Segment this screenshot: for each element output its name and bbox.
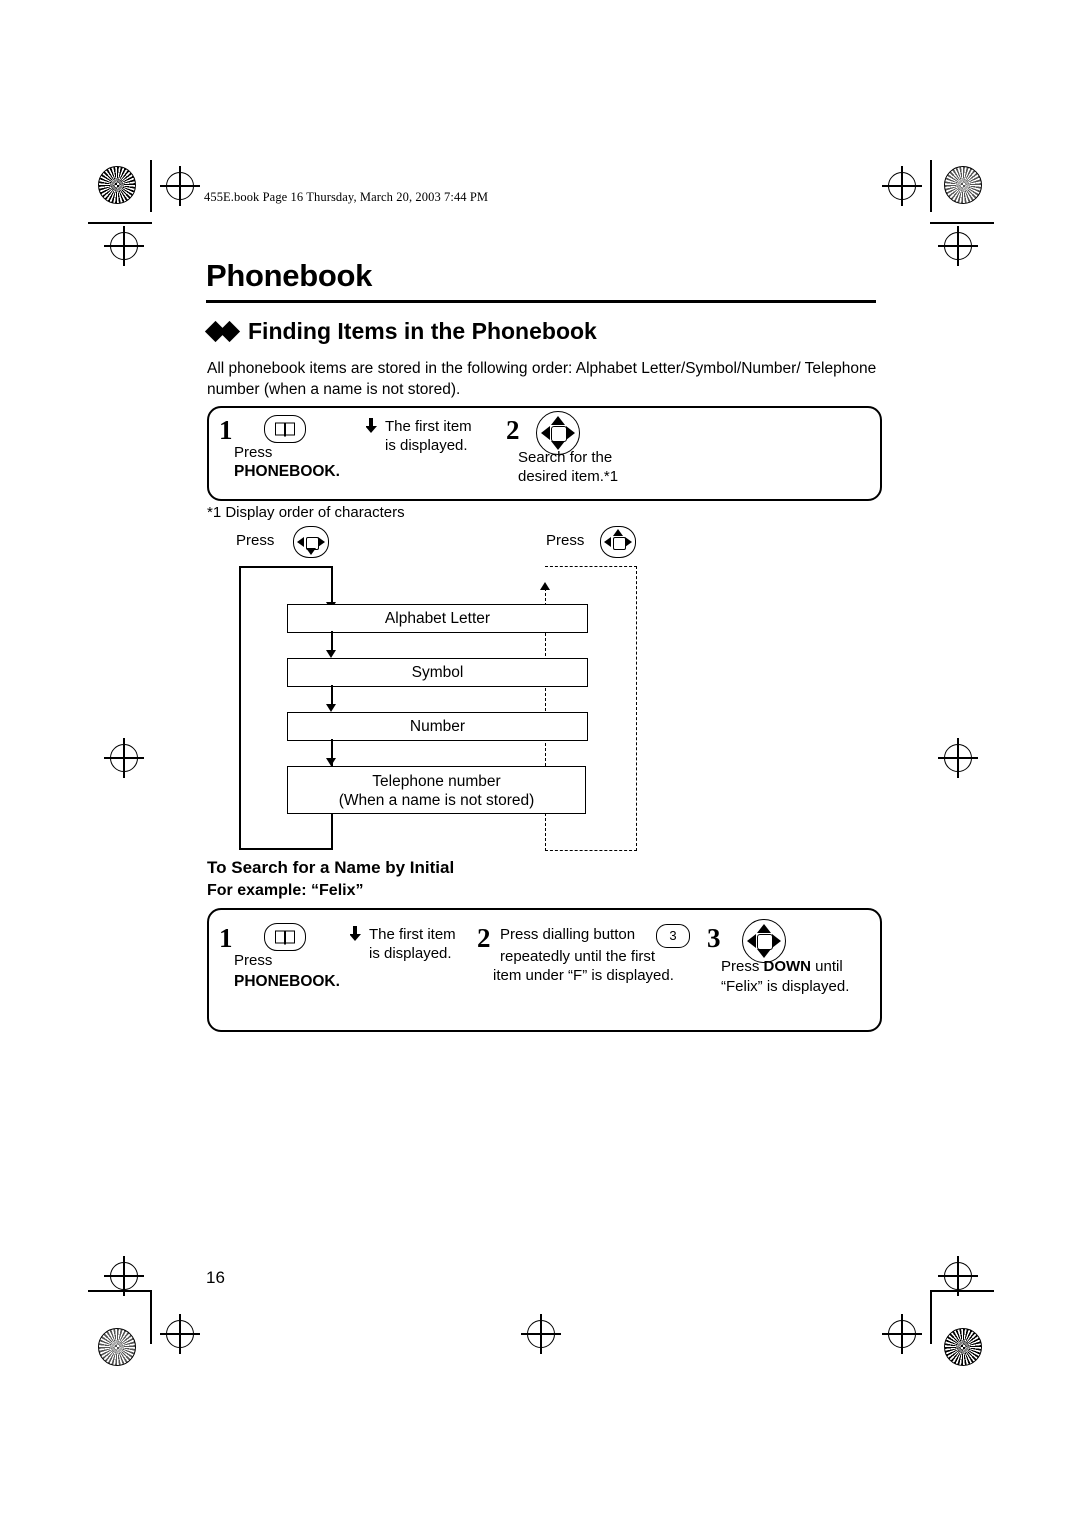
subsection-example: For example: “Felix”	[207, 882, 364, 899]
flow-line-telephone-to-loop	[331, 814, 333, 850]
crop-mark-top-left	[160, 166, 200, 206]
navigator-key-icon-left	[293, 526, 329, 558]
flow-item-label: Alphabet Letter	[384, 610, 491, 627]
step-3-line1-pre: Press	[721, 958, 764, 975]
step-3-line2-bottom: “Felix” is displayed.	[721, 978, 850, 995]
flow-item-telephone-number: Telephone number (When a name is not sto…	[287, 766, 586, 814]
step-1-number-bottom: 1	[219, 923, 233, 953]
intro-paragraph: All phonebook items are stored in the fo…	[207, 360, 877, 398]
flow-item-label: Telephone number	[372, 773, 501, 790]
crop-mark-right-lower	[938, 1256, 978, 1296]
crop-mark-bottom-left	[160, 1314, 200, 1354]
step-2-line2-top: desired item.*1	[518, 468, 619, 485]
flow-arrow-up-alphabet	[540, 582, 550, 590]
crop-mark-bottom-right	[882, 1314, 922, 1354]
registration-starburst-bottom-right	[944, 1328, 982, 1366]
step-2-line3-bottom: item under “F” is displayed.	[493, 967, 674, 984]
step-3-number-bottom: 3	[707, 923, 721, 953]
title-rule	[206, 300, 876, 303]
flow-press-left-label: Press	[236, 532, 275, 549]
flow-line-alpha-to-symbol	[331, 631, 333, 652]
step-1-press-label-top: Press	[234, 444, 273, 461]
flow-item-alphabet-letter: Alphabet Letter	[287, 604, 588, 633]
phonebook-key-icon-bottom	[264, 923, 306, 951]
step-1-result-line1-top: The first item	[385, 418, 472, 435]
flow-arrow-into-number	[326, 704, 336, 712]
step-2-line1-top: Search for the	[518, 449, 613, 466]
flow-dash-right-bottom	[545, 850, 637, 851]
flow-line-left-top	[239, 566, 332, 568]
registration-starburst-bottom-left	[98, 1328, 136, 1366]
flow-item-label: Number	[409, 718, 466, 735]
flow-item-symbol: Symbol	[287, 658, 588, 687]
step-2-line1-bottom: Press dialling button	[500, 926, 636, 943]
crop-mark-left-upper	[104, 226, 144, 266]
registration-starburst-top-left	[98, 166, 136, 204]
trim-line-top-right-h	[930, 222, 994, 224]
step-1-key-label-bottom: PHONEBOOK.	[234, 973, 340, 990]
step-1-result-line2-top: is displayed.	[385, 437, 468, 454]
document-page: 455E.book Page 16 Thursday, March 20, 20…	[0, 0, 1080, 1528]
flow-press-right-label: Press	[546, 532, 585, 549]
step-2-line2-bottom: repeatedly until the first	[500, 948, 656, 965]
crop-mark-right-upper	[938, 226, 978, 266]
trim-line-bottom-right-v	[930, 1292, 932, 1344]
step-3-line1-post: until	[811, 958, 843, 975]
crop-mark-bottom-center	[521, 1314, 561, 1354]
flow-line-symbol-to-number	[331, 685, 333, 706]
flow-dash-right-top	[545, 566, 637, 567]
dialling-button-label: 3	[669, 928, 677, 943]
phonebook-key-icon-top	[264, 415, 306, 443]
trim-line-top-left-v	[150, 160, 152, 212]
page-title: Phonebook	[206, 258, 373, 293]
trim-line-bottom-left-v	[150, 1292, 152, 1344]
flow-arrow-into-telephone	[326, 758, 336, 766]
flow-arrow-into-symbol	[326, 650, 336, 658]
step-2-number-top: 2	[506, 415, 520, 445]
section-bullet-icon	[204, 320, 241, 344]
crop-mark-right-middle	[938, 738, 978, 778]
step-2-number-bottom: 2	[477, 923, 491, 953]
flow-dash-right-vertical	[636, 566, 637, 851]
flow-line-left-bottom	[239, 848, 332, 850]
crop-mark-left-lower	[104, 1256, 144, 1296]
crop-mark-left-middle	[104, 738, 144, 778]
step-1-number-top: 1	[219, 415, 233, 445]
footnote-display-order: *1 Display order of characters	[207, 504, 405, 521]
flow-item-number: Number	[287, 712, 588, 741]
section-heading: Finding Items in the Phonebook	[248, 318, 597, 344]
arrow-icon-top	[366, 418, 377, 433]
crop-mark-top-right	[882, 166, 922, 206]
step-1-key-label-top: PHONEBOOK.	[234, 463, 340, 480]
step-3-down-key-label: DOWN	[763, 958, 812, 975]
dialling-button-3-icon: 3	[656, 924, 690, 948]
trim-line-bottom-left-h	[88, 1290, 152, 1292]
flow-item-label: Symbol	[411, 664, 464, 681]
step-1-press-label-bottom: Press	[234, 952, 273, 969]
registration-starburst-top-right	[944, 166, 982, 204]
trim-line-bottom-right-h	[930, 1290, 994, 1292]
step-1-result-line1-bottom: The first item	[369, 926, 456, 943]
subsection-heading: To Search for a Name by Initial	[207, 858, 455, 877]
flow-item-sublabel: (When a name is not stored)	[338, 792, 535, 809]
step-1-result-line2-bottom: is displayed.	[369, 945, 452, 962]
trim-line-top-right-v	[930, 160, 932, 212]
trim-line-top-left-h	[88, 222, 152, 224]
arrow-icon-bottom	[350, 926, 361, 941]
file-stamp: 455E.book Page 16 Thursday, March 20, 20…	[204, 190, 489, 204]
step-3-line1-bottom: Press DOWN until	[721, 957, 843, 977]
page-number: 16	[206, 1268, 225, 1287]
flow-line-left-vertical	[239, 566, 241, 850]
navigator-key-icon-right	[600, 526, 636, 558]
flow-line-left-drop	[331, 566, 333, 606]
